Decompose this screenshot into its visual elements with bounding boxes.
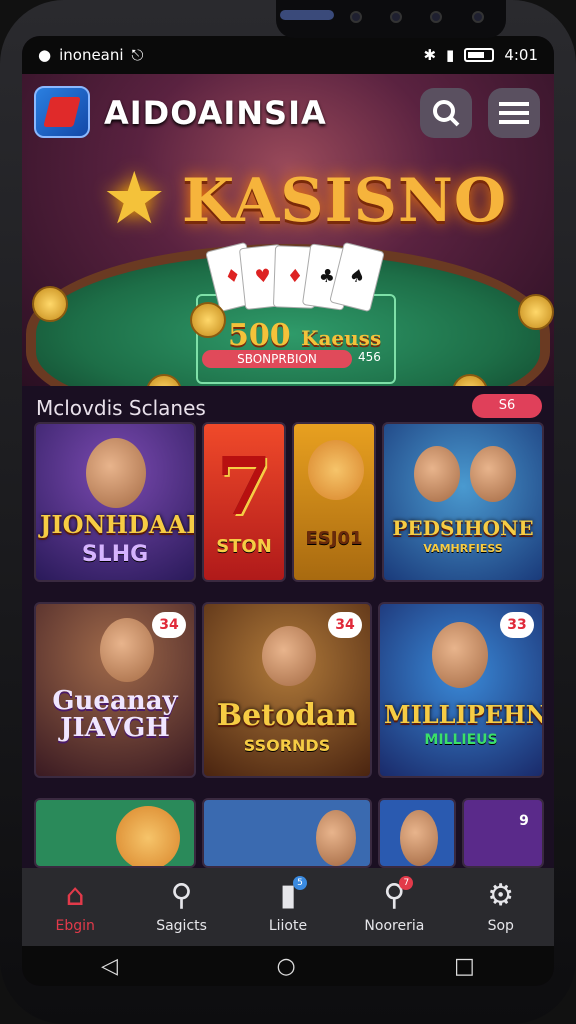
character-portrait — [470, 446, 516, 502]
battery-icon — [464, 48, 495, 62]
camera-icon — [390, 11, 402, 23]
coin-icon — [190, 302, 226, 338]
tiger-icon — [308, 440, 364, 500]
nav-search[interactable]: ⚲ Sagicts — [137, 878, 227, 935]
card-fan: ♦ ♥ ♦ ♣ ♠ — [205, 241, 385, 316]
character-portrait — [400, 810, 438, 866]
coin-icon — [32, 286, 68, 322]
game-tile[interactable]: 7 STON — [202, 422, 286, 582]
promo-number: 456 — [358, 350, 381, 364]
game-tile[interactable]: ESJ01 — [292, 422, 376, 582]
star-icon: ★ — [102, 156, 167, 240]
status-time: 4:01 — [504, 46, 538, 64]
status-left-text: inoneani — [59, 46, 124, 64]
game-tile[interactable]: 9 — [462, 798, 544, 868]
nav-notifications[interactable]: ▮ 5 Liiote — [243, 876, 333, 934]
game-tile[interactable] — [34, 798, 196, 868]
home-icon: ⌂ — [65, 878, 85, 913]
nav-home[interactable]: ⌂ Ebgin — [30, 878, 120, 935]
tiger-icon — [116, 806, 180, 866]
camera-icon — [350, 11, 362, 23]
cast-icon: ⎋ — [131, 46, 144, 64]
promo-pill[interactable]: SBONPRBION — [202, 350, 352, 368]
game-tile[interactable]: 33 MILLIPEHN MILLIEUS — [378, 602, 544, 778]
character-portrait — [414, 446, 460, 502]
section-title: Mclovdis Sclanes — [36, 396, 206, 420]
camera-notch — [276, 0, 506, 38]
nav-chat[interactable]: ⚲ 7 Nooreria — [349, 876, 439, 934]
section-badge[interactable]: S6 — [472, 394, 542, 418]
search-button[interactable] — [420, 88, 472, 138]
game-tile[interactable]: PEDSIHONE VAMHRFIESS — [382, 422, 544, 582]
recents-icon[interactable]: □ — [454, 954, 475, 979]
game-tile[interactable] — [378, 798, 456, 868]
signal-icon: ▮ — [446, 46, 455, 64]
character-portrait — [262, 626, 316, 686]
hamburger-menu-icon — [499, 102, 529, 124]
back-icon[interactable]: ◁ — [101, 954, 118, 979]
game-tile[interactable]: 34 Gueanay JIAVGH — [34, 602, 196, 778]
menu-button[interactable] — [488, 88, 540, 138]
hero-banner[interactable]: AIDOAINSIA ★ KASISNO ♦ ♥ ♦ ♣ ♠ 500 Kaeus… — [22, 74, 554, 386]
coin-icon — [518, 294, 554, 330]
headline: KASISNO — [182, 166, 508, 236]
status-bar: ● inoneani ⎋ ✱ ▮ 4:01 — [22, 36, 554, 74]
bottom-nav: ⌂ Ebgin ⚲ Sagicts ▮ 5 Liiote ⚲ 7 Nooreri… — [22, 868, 554, 946]
character-portrait — [86, 438, 146, 508]
character-portrait — [432, 622, 488, 688]
search-icon: ⚲ — [170, 878, 193, 913]
bluetooth-icon: ✱ — [423, 46, 437, 64]
phone-frame: ● inoneani ⎋ ✱ ▮ 4:01 AIDOAINSIA ★ KASIS… — [0, 0, 576, 1024]
speaker-grille — [280, 10, 334, 20]
search-icon — [433, 100, 460, 127]
brand-name: AIDOAINSIA — [104, 94, 327, 132]
gear-icon: ⚙ — [487, 878, 515, 913]
app-logo[interactable] — [34, 86, 90, 138]
game-tile[interactable] — [202, 798, 372, 868]
camera-icon — [430, 11, 442, 23]
system-nav-bar: ◁ ○ □ — [22, 946, 554, 986]
app-screen: ● inoneani ⎋ ✱ ▮ 4:01 AIDOAINSIA ★ KASIS… — [22, 36, 554, 986]
camera-icon — [472, 11, 484, 23]
game-tile[interactable]: JIONHDAAR SLHG — [34, 422, 196, 582]
character-portrait — [316, 810, 356, 866]
game-tile[interactable]: 34 Betodan SSORNDS — [202, 602, 372, 778]
prize-amount: 500 Kaeuss — [228, 318, 382, 353]
character-portrait — [100, 618, 154, 682]
nav-settings[interactable]: ⚙ Sop — [456, 878, 546, 935]
notification-icon: ● — [38, 46, 52, 64]
home-circle-icon[interactable]: ○ — [276, 954, 295, 979]
